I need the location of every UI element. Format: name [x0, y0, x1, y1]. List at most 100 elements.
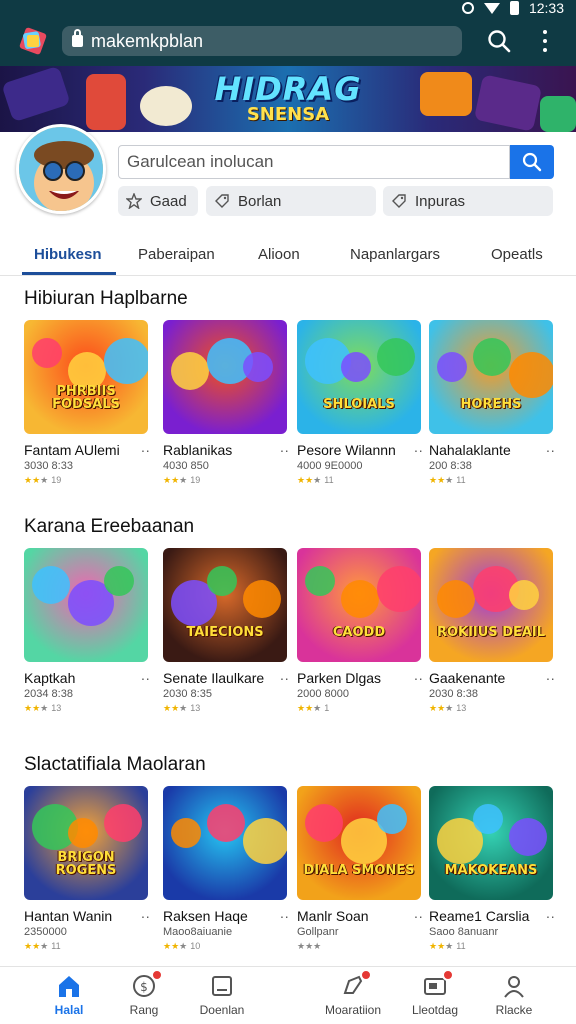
game-card[interactable]: SHLOIALS Pesore Wilannn ·· 4000 9E0000 ★★★ 11	[297, 320, 423, 490]
character-figure	[32, 338, 62, 368]
more-options-icon[interactable]: ··	[141, 670, 150, 686]
game-card[interactable]: TAIECIONS Senate Ilaulkare ·· 2030 8:35 ★★★ 1…	[163, 548, 289, 718]
more-options-icon[interactable]: ··	[546, 908, 555, 924]
notification-icon	[340, 969, 372, 999]
hero-banner[interactable]: HIDRAG SNENSA	[0, 66, 576, 132]
thumbnail-art-text: ROKIIUS DEAIL	[436, 625, 546, 641]
more-options-icon[interactable]: ··	[546, 670, 555, 686]
game-thumbnail[interactable]: SHLOIALS	[297, 320, 421, 434]
game-thumbnail[interactable]	[24, 548, 148, 662]
avatar[interactable]	[16, 124, 106, 214]
game-card[interactable]: ROKIIUS DEAIL Gaakenante ·· 2030 8:38 ★★★ 13	[429, 548, 555, 718]
star-icon: ★	[24, 941, 33, 951]
game-thumbnail[interactable]: CAODD	[297, 548, 421, 662]
tab-3[interactable]: Napanlargars	[350, 246, 440, 263]
star-icon: ★	[445, 475, 454, 485]
game-thumbnail[interactable]: PHRBIIS FODSALS	[24, 320, 148, 434]
url-text: makemkpblan	[91, 30, 204, 51]
star-icon: ★	[40, 703, 49, 713]
game-thumbnail[interactable]: BRIGON ROGENS	[24, 786, 148, 900]
game-title[interactable]: Pesore Wilannn	[297, 442, 407, 458]
more-options-icon[interactable]: ··	[280, 442, 289, 458]
nav-label: Lleotdag	[411, 1003, 459, 1017]
tag-icon	[215, 194, 229, 208]
filter-chip-1[interactable]: Borlan	[206, 186, 376, 216]
notification-badge	[442, 969, 454, 981]
game-title[interactable]: Manlr Soan	[297, 908, 407, 924]
more-options-icon[interactable]: ··	[280, 670, 289, 686]
star-icon: ★	[24, 475, 33, 485]
game-thumbnail[interactable]	[163, 320, 287, 434]
game-title[interactable]: Gaakenante	[429, 670, 539, 686]
download-icon	[209, 973, 235, 999]
character-figure	[437, 352, 467, 382]
tab-4[interactable]: Opeatls	[491, 246, 543, 263]
star-icon: ★	[163, 703, 172, 713]
search-icon[interactable]	[486, 28, 512, 54]
more-options-icon[interactable]: ··	[141, 442, 150, 458]
game-thumbnail[interactable]: TAIECIONS	[163, 548, 287, 662]
nav-label: Halal	[54, 1003, 84, 1017]
nav-item-3[interactable]: Moaratiion	[313, 969, 393, 1017]
nav-item-4[interactable]: Lleotdag	[395, 969, 475, 1017]
tab-2[interactable]: Alioon	[258, 246, 300, 263]
more-options-icon[interactable]: ··	[280, 908, 289, 924]
game-title[interactable]: Kaptkah	[24, 670, 134, 686]
game-title[interactable]: Nahalaklante	[429, 442, 539, 458]
star-icon: ★	[313, 703, 322, 713]
browser-toolbar: 12:33 makemkpblan	[0, 0, 576, 66]
search-input[interactable]: Garulcean inolucan	[118, 145, 510, 179]
app-logo-icon[interactable]	[18, 26, 48, 56]
game-thumbnail[interactable]	[163, 786, 287, 900]
character-figure	[68, 818, 98, 848]
game-card[interactable]: CAODD Parken Dlgas ·· 2000 8000 ★★★ 1	[297, 548, 423, 718]
game-title[interactable]: Hantan Wanin	[24, 908, 134, 924]
character-figure	[104, 338, 148, 384]
thumbnail-art-text: BRIGON ROGENS	[55, 849, 117, 879]
game-card[interactable]: Kaptkah ·· 2034 8:38 ★★★ 13	[24, 548, 150, 718]
more-options-icon[interactable]: ··	[546, 442, 555, 458]
star-icon: ★	[437, 941, 446, 951]
more-options-icon[interactable]: ··	[141, 908, 150, 924]
tab-0[interactable]: Hibukesn	[34, 246, 102, 263]
filter-chip-0[interactable]: Gaad	[118, 186, 198, 216]
tab-1[interactable]: Paberaipan	[138, 246, 215, 263]
nav-label: Rang	[129, 1003, 159, 1017]
game-title[interactable]: Rablanikas	[163, 442, 273, 458]
category-tabs: Hibukesn Paberaipan Alioon Napanlargars …	[0, 232, 576, 276]
nav-item-0[interactable]: Halal	[29, 973, 109, 1017]
nav-item-2[interactable]: Doenlan	[182, 973, 262, 1017]
character-figure	[437, 580, 475, 618]
game-thumbnail[interactable]: ROKIIUS DEAIL	[429, 548, 553, 662]
game-card[interactable]: MAKOKEANS Reame1 Carslia ·· Saoo 8anuanr ★★★…	[429, 786, 555, 956]
character-figure	[207, 566, 237, 596]
game-title[interactable]: Parken Dlgas	[297, 670, 407, 686]
game-card[interactable]: Rablanikas ·· 4030 850 ★★★ 19	[163, 320, 289, 490]
game-meta: 2350000	[24, 926, 67, 938]
game-card[interactable]: Raksen Haqe ·· Maoo8aiuanie ★★★ 10	[163, 786, 289, 956]
more-options-icon[interactable]: ··	[414, 442, 423, 458]
game-card[interactable]: PHRBIIS FODSALS Fantam AUlemi ·· 3030 8:33 ★…	[24, 320, 150, 490]
more-options-icon[interactable]: ··	[414, 670, 423, 686]
game-title[interactable]: Reame1 Carslia	[429, 908, 539, 924]
game-thumbnail[interactable]: HOREHS	[429, 320, 553, 434]
nav-item-5[interactable]: Rlacke	[474, 973, 554, 1017]
signal-icon	[461, 2, 474, 14]
game-title[interactable]: Senate Ilaulkare	[163, 670, 273, 686]
nav-item-1[interactable]: $ Rang	[104, 969, 184, 1017]
game-title[interactable]: Raksen Haqe	[163, 908, 273, 924]
game-card[interactable]: BRIGON ROGENS Hantan Wanin ·· 2350000 ★★★ 11	[24, 786, 150, 956]
game-card[interactable]: DIALA SMONES Manlr Soan ·· Gollpanr ★★★	[297, 786, 423, 956]
url-bar[interactable]: makemkpblan	[62, 26, 462, 56]
game-thumbnail[interactable]: DIALA SMONES	[297, 786, 421, 900]
game-title[interactable]: Fantam AUlemi	[24, 442, 134, 458]
game-card[interactable]: HOREHS Nahalaklante ·· 200 8:38 ★★★ 11	[429, 320, 555, 490]
game-thumbnail[interactable]: MAKOKEANS	[429, 786, 553, 900]
character-figure	[305, 566, 335, 596]
more-menu-icon[interactable]	[534, 28, 556, 54]
search-icon	[522, 152, 542, 172]
more-options-icon[interactable]: ··	[414, 908, 423, 924]
filter-chip-2[interactable]: Inpuras	[383, 186, 553, 216]
thumbnail-art-text: TAIECIONS	[186, 625, 264, 641]
search-button[interactable]	[510, 145, 554, 179]
